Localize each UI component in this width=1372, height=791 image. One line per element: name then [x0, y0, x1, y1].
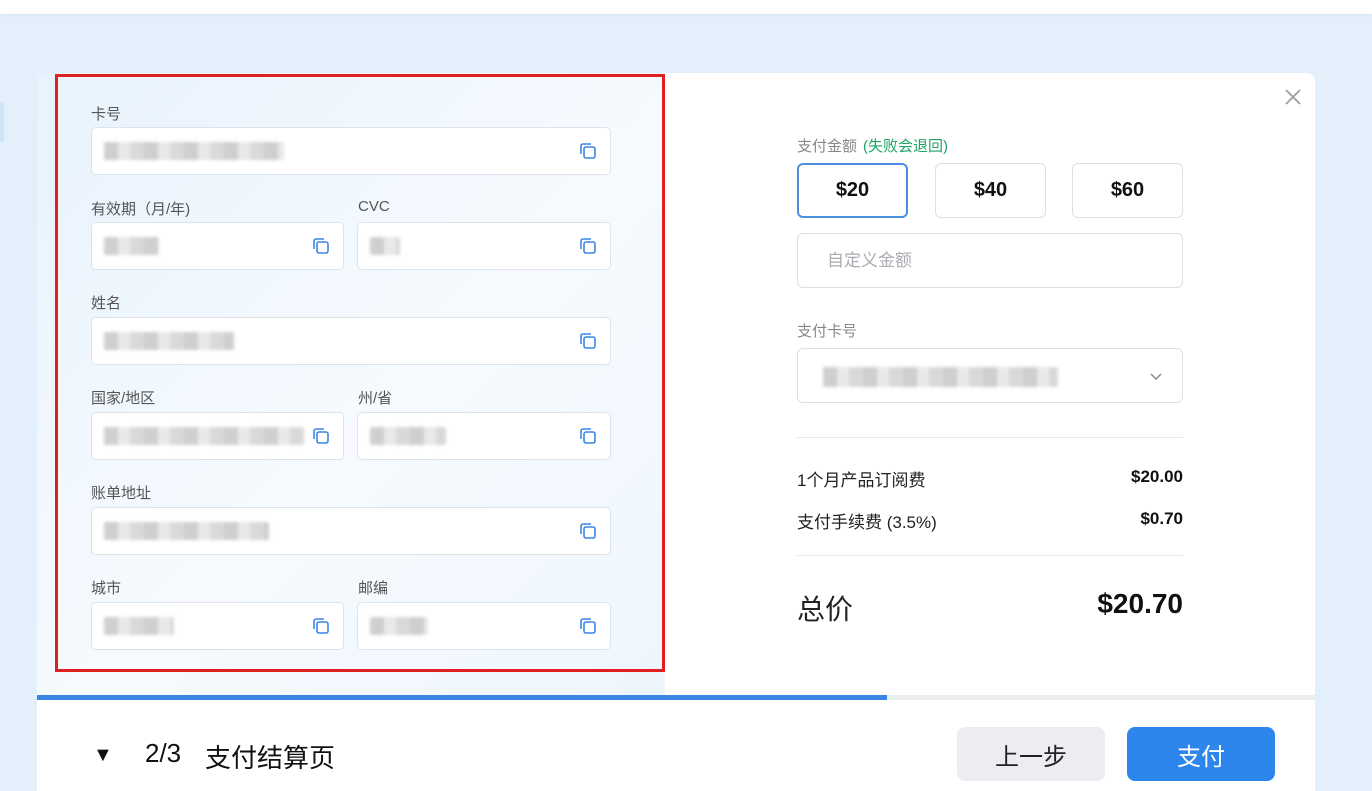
name-field[interactable] [91, 317, 611, 365]
subscription-fee-label: 1个月产品订阅费 [797, 471, 926, 490]
city-field[interactable] [91, 602, 344, 650]
amount-note: (失败会退回) [863, 138, 949, 155]
redacted-value [104, 332, 234, 350]
expiry-label: 有效期（月/年) [91, 201, 191, 218]
processing-fee-value: $0.70 [1140, 509, 1183, 528]
amount-label: 支付金额 [797, 138, 858, 155]
amount-option-60[interactable]: $60 [1072, 163, 1183, 218]
city-label: 城市 [91, 580, 122, 597]
copy-icon[interactable] [311, 616, 331, 636]
amount-label-row: 支付金额 (失败会退回) [797, 135, 948, 156]
copy-icon[interactable] [311, 426, 331, 446]
redacted-value [104, 427, 304, 445]
redacted-value [104, 617, 174, 635]
zip-label: 邮编 [358, 580, 389, 597]
previous-step-button[interactable]: 上一步 [957, 727, 1105, 781]
expiry-field[interactable] [91, 222, 344, 270]
redacted-value [370, 427, 446, 445]
total-value: $20.70 [1097, 588, 1183, 619]
processing-fee-label: 支付手续费 (3.5%) [797, 513, 937, 532]
copy-icon[interactable] [578, 616, 598, 636]
total-label: 总价 [797, 594, 854, 625]
copy-icon[interactable] [578, 236, 598, 256]
redacted-value [104, 237, 159, 255]
divider [797, 437, 1183, 438]
custom-amount-input[interactable] [797, 233, 1183, 288]
redacted-value [370, 237, 400, 255]
chevron-down-icon [1148, 368, 1164, 384]
state-label: 州/省 [358, 390, 393, 407]
redacted-value [823, 367, 1058, 387]
name-label: 姓名 [91, 295, 122, 312]
close-icon[interactable] [1282, 86, 1304, 108]
cvc-label: CVC [358, 198, 390, 215]
redacted-value [104, 522, 269, 540]
card-select[interactable] [797, 348, 1183, 403]
state-field[interactable] [357, 412, 611, 460]
address-label: 账单地址 [91, 485, 152, 502]
copy-icon[interactable] [311, 236, 331, 256]
top-bar [0, 0, 1372, 14]
redacted-value [104, 142, 284, 160]
subscription-fee-value: $20.00 [1131, 467, 1183, 486]
pay-button[interactable]: 支付 [1127, 727, 1275, 781]
copy-icon[interactable] [578, 521, 598, 541]
country-label: 国家/地区 [91, 390, 156, 407]
card-number-label: 卡号 [91, 106, 122, 123]
triangle-down-icon[interactable]: ▼ [93, 744, 113, 767]
card-select-label: 支付卡号 [797, 323, 858, 340]
redacted-value [370, 617, 428, 635]
step-title: 支付结算页 [205, 743, 336, 773]
zip-field[interactable] [357, 602, 611, 650]
copy-icon[interactable] [578, 141, 598, 161]
side-tab[interactable] [0, 102, 4, 142]
country-field[interactable] [91, 412, 344, 460]
address-field[interactable] [91, 507, 611, 555]
divider [797, 555, 1183, 556]
cvc-field[interactable] [357, 222, 611, 270]
step-count: 2/3 [145, 738, 182, 768]
copy-icon[interactable] [578, 426, 598, 446]
amount-option-20[interactable]: $20 [797, 163, 908, 218]
copy-icon[interactable] [578, 331, 598, 351]
amount-option-40[interactable]: $40 [935, 163, 1046, 218]
card-number-field[interactable] [91, 127, 611, 175]
